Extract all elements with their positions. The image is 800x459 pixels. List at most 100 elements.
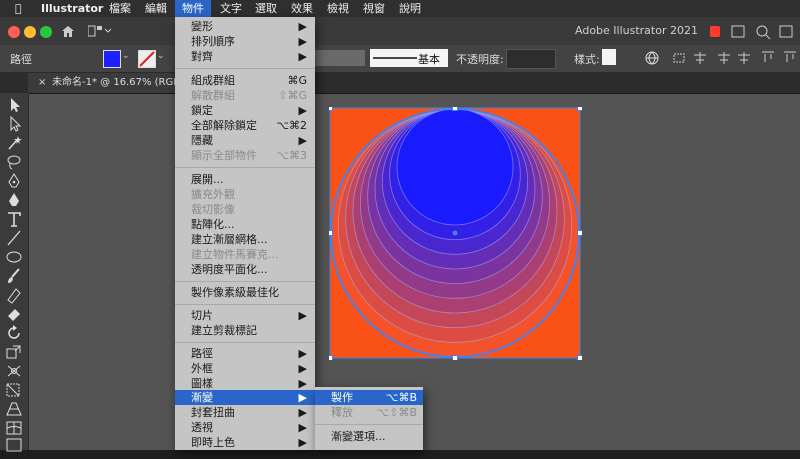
curvature-tool-icon[interactable] [4,191,24,209]
selection-handle[interactable] [329,107,333,111]
paintbrush-tool-icon[interactable] [4,267,24,285]
zoom-window-icon[interactable] [40,26,52,38]
menubar-app-name[interactable]: Illustrator [34,0,110,17]
menu-separator [315,424,423,425]
menu-item-lock[interactable]: 鎖定 ▶ [175,103,315,118]
document-tab[interactable]: × 未命名-1* @ 16.67% (RGB/預覽) [28,73,207,93]
menu-effect[interactable]: 效果 [284,0,320,17]
menu-item-blend[interactable]: 漸變 ▶ [175,390,315,405]
menu-item-path[interactable]: 路徑 ▶ [175,346,315,361]
menu-item-flatten-transparency[interactable]: 透明度平面化... [175,262,315,277]
window-title: Adobe Illustrator 2021 [575,24,698,37]
selection-tool-icon[interactable] [4,96,24,114]
chevron-down-icon[interactable]: ⌄ [122,51,130,61]
menu-item-create-gradient-mesh[interactable]: 建立漸層網格... [175,232,315,247]
menu-view[interactable]: 檢視 [320,0,356,17]
menu-item-unlock-all[interactable]: 全部解除鎖定 ⌥⌘2 [175,118,315,133]
menu-item-perspective[interactable]: 透視 ▶ [175,420,315,435]
graphic-style-swatch[interactable] [602,49,616,65]
scale-tool-icon[interactable] [4,343,24,361]
magic-wand-tool-icon[interactable] [4,134,24,152]
tools-panel [0,93,29,452]
type-tool-icon[interactable] [4,210,24,228]
menu-item-expand[interactable]: 展開... [175,172,315,187]
object-menu-dropdown: 變形 ▶ 排列順序 ▶ 對齊 ▶ 組成群組 ⌘G 解散群組 ⇧⌘G 鎖定 ▶ 全部解除鎖定 ⌥… [175,17,315,450]
menu-item-create-object-mosaic[interactable]: 建立物件馬賽克... [175,247,315,262]
chevron-down-icon[interactable]: ⌄ [157,51,165,61]
menu-item-create-trim-marks[interactable]: 建立剪裁標記 [175,323,315,338]
submenu-arrow-icon: ▶ [298,362,307,375]
menu-type[interactable]: 文字 [213,0,249,17]
menu-item-make-pixel-perfect[interactable]: 製作像素級最佳化 [175,285,315,300]
menu-separator [175,342,315,343]
selection-handle[interactable] [329,355,333,361]
menu-object[interactable]: 物件 [175,0,211,17]
gradient-tool-icon[interactable] [4,436,24,454]
menu-file[interactable]: 檔案 [102,0,138,17]
direct-selection-tool-icon[interactable] [4,115,24,133]
selection-type-label: 路徑 [10,53,32,66]
selection-handle[interactable] [577,355,583,361]
menu-item-slice[interactable]: 切片 ▶ [175,308,315,323]
pen-tool-icon[interactable] [4,172,24,190]
mesh-tool-icon[interactable] [4,419,24,437]
rotate-tool-icon[interactable] [4,324,24,342]
home-icon[interactable] [60,24,76,38]
align-icons-group [672,50,798,66]
submenu-arrow-icon: ▶ [298,50,307,63]
fill-swatch[interactable] [103,50,121,68]
menu-item-pattern[interactable]: 圖樣 ▶ [175,376,315,391]
menu-item-shape[interactable]: 外框 ▶ [175,361,315,376]
menu-item-expand-appearance[interactable]: 擴充外觀 [175,187,315,202]
selection-handle[interactable] [452,107,458,111]
menu-window[interactable]: 視窗 [356,0,392,17]
title-bar-icons [700,23,800,41]
submenu-item-release[interactable]: 釋放 ⌥⇧⌘B [315,405,423,420]
submenu-arrow-icon: ▶ [298,35,307,48]
stroke-profile-dropdown[interactable]: 基本 [370,49,448,67]
perspective-grid-tool-icon[interactable] [4,400,24,418]
menu-edit[interactable]: 編輯 [138,0,174,17]
close-window-icon[interactable] [8,26,20,38]
menu-item-live-paint[interactable]: 即時上色 ▶ [175,435,315,450]
menu-item-rasterize[interactable]: 點陣化... [175,217,315,232]
submenu-arrow-icon: ▶ [298,104,307,117]
selection-handle[interactable] [577,107,583,111]
recolor-globe-icon[interactable] [644,50,660,66]
shaper-tool-icon[interactable] [4,286,24,304]
menu-item-show-all[interactable]: 顯示全部物件 ⌥⌘3 [175,148,315,163]
apple-icon[interactable]:  [8,0,29,17]
menu-item-envelope-distort[interactable]: 封套扭曲 ▶ [175,405,315,420]
blend-submenu: 製作 ⌥⌘B 釋放 ⌥⇧⌘B 漸變選項... [315,387,423,450]
free-transform-tool-icon[interactable] [4,362,24,380]
stroke-swatch[interactable] [138,50,156,68]
shape-builder-tool-icon[interactable] [4,381,24,399]
submenu-item-make[interactable]: 製作 ⌥⌘B [315,390,423,405]
workspace-switcher-icon[interactable] [87,25,112,37]
line-segment-tool-icon[interactable] [4,229,24,247]
stroke-weight-field[interactable] [315,50,365,66]
menu-separator [175,281,315,282]
submenu-item-blend-options[interactable]: 漸變選項... [315,429,423,444]
menu-item-crop-image[interactable]: 裁切影像 [175,202,315,217]
selection-handle[interactable] [329,230,333,236]
lasso-tool-icon[interactable] [4,153,24,171]
menu-item-hide[interactable]: 隱藏 ▶ [175,133,315,148]
menu-item-ungroup[interactable]: 解散群組 ⇧⌘G [175,88,315,103]
submenu-arrow-icon: ▶ [298,20,307,33]
close-tab-icon[interactable]: × [38,73,46,93]
eraser-tool-icon[interactable] [4,305,24,323]
submenu-arrow-icon: ▶ [298,134,307,147]
opacity-field[interactable] [506,49,556,69]
menu-select[interactable]: 選取 [248,0,284,17]
menu-item-align[interactable]: 對齊 ▶ [175,49,315,64]
menu-item-group[interactable]: 組成群組 ⌘G [175,73,315,88]
minimize-window-icon[interactable] [24,26,36,38]
selection-handle[interactable] [452,355,458,361]
selection-handle[interactable] [577,230,583,236]
artboard[interactable] [329,107,582,360]
menu-item-transform[interactable]: 變形 ▶ [175,19,315,34]
ellipse-tool-icon[interactable] [4,248,24,266]
menu-item-arrange[interactable]: 排列順序 ▶ [175,34,315,49]
menu-help[interactable]: 說明 [392,0,428,17]
